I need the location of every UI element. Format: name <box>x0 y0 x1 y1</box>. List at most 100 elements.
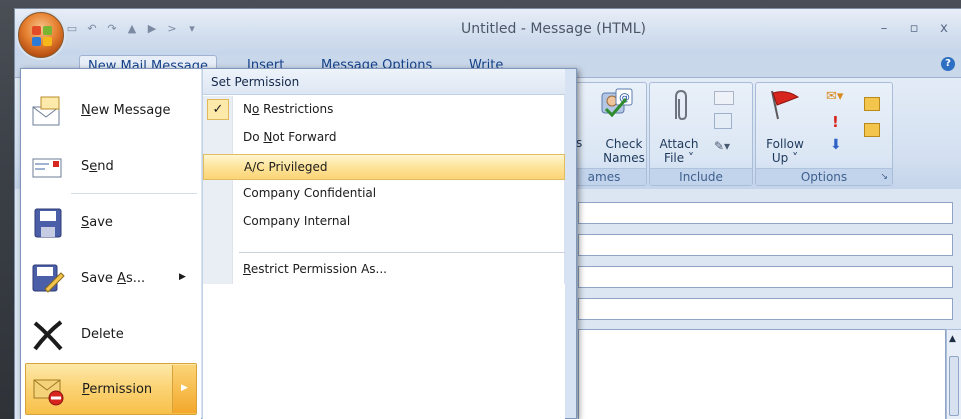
send-icon <box>32 158 62 178</box>
menu-item-delete[interactable]: Delete <box>25 309 197 361</box>
next-item-icon[interactable]: ▶ <box>145 23 159 35</box>
no-restrictions-label: No Restrictions <box>243 102 333 116</box>
menu-item-permission[interactable]: Permission ▶ <box>25 363 197 415</box>
do-not-forward-rest: ot Forward <box>272 130 337 144</box>
new-message-icon <box>32 96 60 126</box>
categorize-icon[interactable]: ✉▾ <box>826 89 848 105</box>
permission-option-icon[interactable] <box>864 97 880 111</box>
menu-divider <box>71 193 197 194</box>
attach-file-line2: File ˅ <box>664 151 694 165</box>
check-names-button[interactable]: Check Names <box>602 137 646 165</box>
low-importance-icon[interactable]: ⬇ <box>830 137 842 153</box>
sub-item-restrict-permission-as[interactable]: Restrict Permission As... <box>203 257 565 283</box>
delete-label: Delete <box>81 327 124 342</box>
office-menu: New Message Send Save Save As... ▶ Delet… <box>20 68 577 419</box>
calendar-icon[interactable] <box>714 113 732 129</box>
company-internal-label: Company Internal <box>243 214 351 228</box>
options-group-label: Options ↘ <box>756 168 892 185</box>
bcc-field[interactable] <box>578 266 953 288</box>
submenu-empty-area <box>203 284 565 419</box>
menu-item-save-as[interactable]: Save As... ▶ <box>25 253 197 305</box>
vertical-scrollbar[interactable]: ▲ <box>946 329 961 419</box>
permission-submenu: Set Permission ✓ No Restrictions Do Not … <box>202 69 565 419</box>
sub-item-company-confidential[interactable]: Company Confidential <box>203 181 565 207</box>
undo-icon[interactable]: ↶ <box>85 23 99 35</box>
submenu-header: Set Permission <box>203 69 565 95</box>
quick-access-toolbar: ▭ ↶ ↷ ▲ ▶ > ▾ <box>65 23 199 35</box>
message-body[interactable] <box>578 329 946 419</box>
cc-field[interactable] <box>578 234 953 256</box>
restrict-permission-rest: estrict Permission As... <box>250 262 387 276</box>
submenu-separator <box>239 252 565 253</box>
sub-item-do-not-forward[interactable]: Do Not Forward <box>203 125 565 151</box>
help-icon[interactable]: ? <box>941 57 955 71</box>
menu-item-new-message[interactable]: New Message <box>25 85 197 137</box>
office-menu-commands: New Message Send Save Save As... ▶ Delet… <box>21 69 201 419</box>
menu-item-send[interactable]: Send <box>25 141 197 193</box>
maximize-button[interactable]: ▫ <box>906 21 922 37</box>
permission-rest: ermission <box>89 382 153 397</box>
permission-label: Permission <box>82 382 152 397</box>
attach-file-button[interactable]: Attach File ˅ <box>656 137 702 165</box>
follow-up-flag-icon <box>771 90 800 120</box>
delete-icon <box>33 320 63 351</box>
check-names-icon: @ <box>601 88 633 118</box>
to-field[interactable] <box>578 202 953 224</box>
subject-field[interactable] <box>578 298 953 320</box>
submenu-arrow-icon: ▶ <box>179 272 186 282</box>
send-label: Send <box>81 159 114 174</box>
follow-up-line2: Up ˅ <box>771 151 799 165</box>
new-message-accel: N <box>81 103 91 118</box>
company-confidential-label: Company Confidential <box>243 186 377 200</box>
no-restrictions-prefix: N <box>243 102 252 116</box>
no-restrictions-rest: Restrictions <box>259 102 334 116</box>
save-rest: ave <box>89 215 113 230</box>
ribbon-group-options: Follow Up ˅ ✉▾ ! ⬇ Options ↘ <box>755 82 893 186</box>
checkmark-icon: ✓ <box>207 99 229 120</box>
ac-privileged-label: A/C Privileged <box>244 160 328 174</box>
close-button[interactable]: x <box>936 21 952 37</box>
minimize-button[interactable]: – <box>876 21 892 37</box>
menu-item-save[interactable]: Save <box>25 197 197 249</box>
sub-item-company-internal[interactable]: Company Internal <box>203 209 565 235</box>
include-group-label: Include <box>650 168 752 185</box>
options-group-label-text: Options <box>800 170 848 184</box>
save-as-prefix: Save <box>81 271 118 286</box>
ribbon-group-include: Attach File ˅ ✎▾ Include <box>649 82 753 186</box>
attach-file-line1: Attach <box>659 137 699 151</box>
new-message-label: New Message <box>81 103 170 118</box>
office-logo-icon <box>32 26 52 46</box>
save-icon[interactable]: ▭ <box>65 23 79 35</box>
scroll-thumb[interactable] <box>949 356 959 416</box>
previous-item-icon[interactable]: ▲ <box>125 23 139 35</box>
follow-up-button[interactable]: Follow Up ˅ <box>760 137 810 165</box>
sub-item-ac-privileged[interactable]: A/C Privileged <box>203 154 565 180</box>
redo-icon[interactable]: ↷ <box>105 23 119 35</box>
restrict-permission-label: Restrict Permission As... <box>243 262 387 276</box>
next-arrow-icon[interactable]: > <box>165 23 179 35</box>
new-message-rest: ew Message <box>90 103 171 118</box>
save-as-accel: A <box>117 271 126 286</box>
security-option-icon[interactable] <box>864 123 880 137</box>
save-icon <box>34 208 62 238</box>
office-button[interactable] <box>18 12 64 58</box>
high-importance-icon[interactable]: ! <box>832 113 839 131</box>
submenu-arrow-icon: ▶ <box>181 383 188 393</box>
attach-item-icon[interactable] <box>714 91 734 105</box>
save-label: Save <box>81 215 113 230</box>
scroll-up-icon[interactable]: ▲ <box>949 334 956 344</box>
window-title: Untitled - Message (HTML) <box>461 21 647 37</box>
restrict-permission-accel: R <box>243 262 251 276</box>
do-not-forward-prefix: Do <box>243 130 264 144</box>
sub-item-no-restrictions[interactable]: ✓ No Restrictions <box>203 97 565 123</box>
send-rest: nd <box>97 159 114 174</box>
signature-icon[interactable]: ✎▾ <box>714 139 734 155</box>
do-not-forward-label: Do Not Forward <box>243 130 337 144</box>
save-as-label: Save As... <box>81 271 145 286</box>
permission-icon <box>33 379 64 406</box>
save-as-icon <box>32 264 65 293</box>
customize-toolbar-icon[interactable]: ▾ <box>185 23 199 35</box>
check-names-line1: Check <box>605 137 643 151</box>
follow-up-line1: Follow <box>766 137 804 151</box>
dialog-launcher-icon[interactable]: ↘ <box>880 169 888 186</box>
